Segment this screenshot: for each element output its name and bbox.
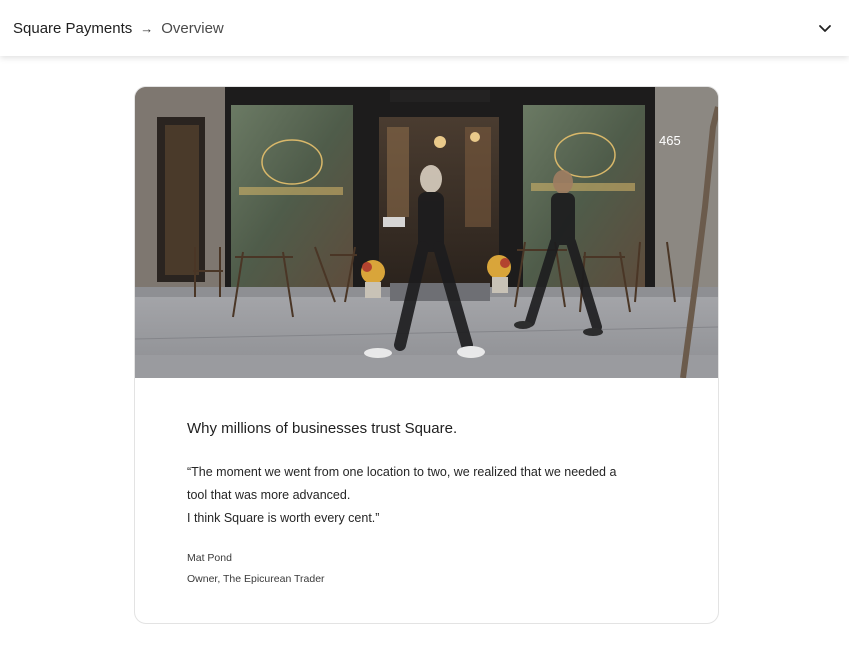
address-number: 465 <box>659 133 681 148</box>
testimonial-headline: Why millions of businesses trust Square. <box>187 420 458 437</box>
chevron-down-icon[interactable] <box>815 18 835 38</box>
arrow-right-icon: → <box>140 20 154 36</box>
quote-line: “The moment we went from one location to… <box>187 465 617 479</box>
breadcrumb-page: Overview <box>161 19 224 37</box>
testimonial-content: Why millions of businesses trust Square.… <box>187 418 667 590</box>
breadcrumb-app[interactable]: Square Payments <box>13 20 132 37</box>
testimonial-attribution: Mat Pond Owner, The Epicurean Trader <box>187 548 667 590</box>
author-title: Owner, The Epicurean Trader <box>187 573 325 585</box>
breadcrumb: Square Payments → Overview <box>13 0 224 56</box>
top-bar: Square Payments → Overview <box>0 0 849 56</box>
quote-line: I think Square is worth every cent.” <box>187 511 380 525</box>
quote-line: tool that was more advanced. <box>187 488 351 502</box>
testimonial-card: 465 Why millions of businesses trust Squ… <box>134 86 719 624</box>
storefront-photo: 465 <box>135 87 718 378</box>
testimonial-quote: “The moment we went from one location to… <box>187 461 667 530</box>
author-name: Mat Pond <box>187 552 232 564</box>
